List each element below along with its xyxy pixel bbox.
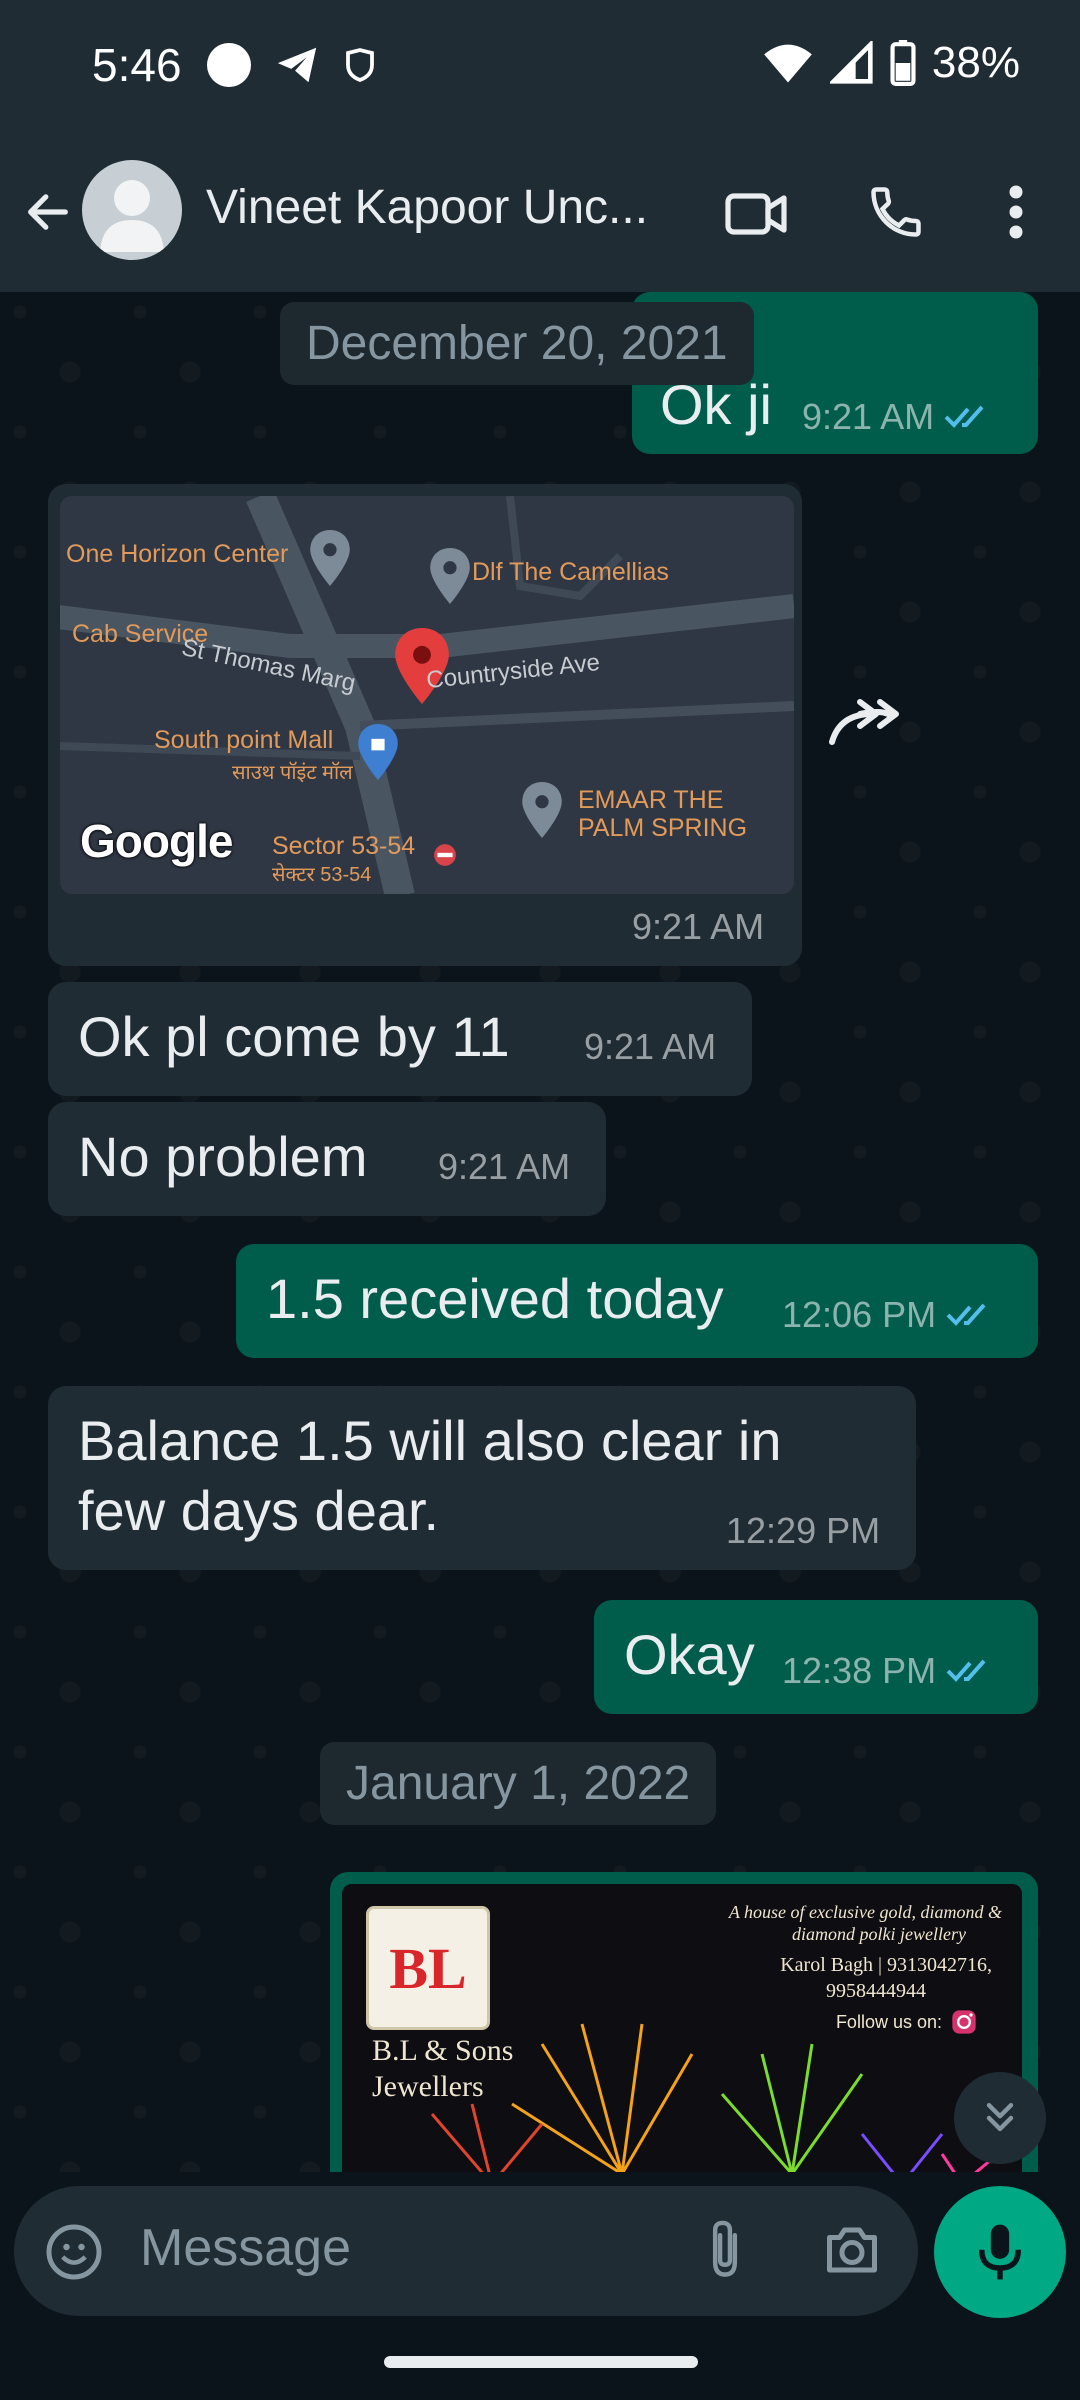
message-time: 12:06 PM <box>782 1294 937 1335</box>
place-pin-icon <box>522 782 562 838</box>
map-label: Dlf The Camellias <box>472 558 669 586</box>
brand-logo-text: BL <box>389 1935 467 2001</box>
shopping-pin-icon <box>358 724 398 780</box>
status-bar: 5:46 38% <box>0 0 1080 140</box>
metro-icon <box>434 844 456 866</box>
message-time: 9:21 AM <box>438 1146 571 1187</box>
message-bubble-outgoing[interactable]: 1.5 received today 12:06 PM <box>236 1244 1038 1358</box>
video-call-icon[interactable] <box>724 184 788 244</box>
image-preview[interactable]: BL B.L & Sons Jewellers A house of exclu… <box>342 1884 1022 2172</box>
message-time: 12:38 PM <box>782 1650 937 1691</box>
battery-percent: 38% <box>931 38 1020 87</box>
message-bubble-incoming[interactable]: Balance 1.5 will also clear in few days … <box>48 1386 916 1570</box>
back-arrow-icon[interactable] <box>22 186 74 238</box>
chat-header: Vineet Kapoor Unc... <box>0 140 1080 292</box>
chat-area[interactable]: Ok ji 9:21 AM December 20, 2021 One Hori… <box>0 292 1080 2172</box>
brand-name: B.L & Sons <box>372 2034 514 2067</box>
forward-icon <box>829 699 899 745</box>
telegram-icon <box>277 47 317 83</box>
message-bubble-outgoing[interactable]: Okay 12:38 PM <box>594 1600 1038 1714</box>
contact-avatar[interactable] <box>82 160 182 260</box>
map-label: South point Mall <box>154 726 334 754</box>
read-receipt-icon <box>946 1659 986 1682</box>
instagram-icon <box>952 2010 976 2034</box>
gesture-nav-bar[interactable] <box>384 2356 698 2368</box>
default-avatar-icon <box>100 180 164 252</box>
map-label: EMAAR THE <box>578 786 724 814</box>
message-text: 1.5 received today <box>266 1267 724 1330</box>
brand-name: Jewellers <box>372 2070 484 2103</box>
message-time: 9:21 AM <box>584 1026 717 1067</box>
message-bubble-incoming[interactable]: No problem 9:21 AM <box>48 1102 606 1216</box>
forward-button[interactable] <box>820 682 920 762</box>
phone-text: 9958444944 <box>826 1980 926 2002</box>
map-label: साउथ पॉइंट मॉल <box>232 762 353 784</box>
message-text-line: Balance 1.5 will also clear in <box>78 1409 782 1472</box>
shield-icon <box>346 48 374 83</box>
place-pin-icon <box>310 530 350 586</box>
phone-call-icon[interactable] <box>866 182 926 242</box>
map-label: Sector 53-54 <box>272 832 416 860</box>
emoji-icon[interactable] <box>44 2222 104 2282</box>
double-chevron-down-icon <box>986 2102 1014 2132</box>
address-text: Karol Bagh | 9313042716, <box>780 1954 992 1976</box>
date-divider: January 1, 2022 <box>320 1742 717 1825</box>
message-text: Ok pl come by 11 <box>78 1005 510 1068</box>
brand-logo: BL <box>366 1906 490 2030</box>
place-pin-icon <box>430 548 470 604</box>
read-receipt-icon <box>944 405 984 428</box>
google-logo: Google <box>80 815 233 867</box>
read-receipt-icon <box>946 1303 986 1326</box>
microphone-icon <box>978 2224 1022 2280</box>
camera-icon[interactable] <box>822 2222 882 2278</box>
status-time: 5:46 <box>92 39 182 91</box>
tagline: A house of exclusive gold, diamond & <box>728 1902 1002 1922</box>
image-message-outgoing[interactable]: BL B.L & Sons Jewellers A house of exclu… <box>330 1872 1038 2172</box>
map-label: सेक्टर 53-54 <box>272 864 372 886</box>
message-text: Okay <box>624 1623 755 1686</box>
message-text: No problem <box>78 1125 368 1188</box>
message-input-pill[interactable]: Message <box>14 2186 918 2316</box>
battery-icon <box>890 40 916 86</box>
message-bubble-incoming[interactable]: Ok pl come by 11 9:21 AM <box>48 982 752 1096</box>
tagline: diamond polki jewellery <box>792 1924 966 1944</box>
voice-record-button[interactable] <box>934 2186 1066 2318</box>
follow-text: Follow us on: <box>835 2012 942 2032</box>
message-time: 9:21 AM <box>632 906 765 947</box>
notification-dot-icon <box>207 43 251 87</box>
map-label: One Horizon Center <box>66 540 289 568</box>
wifi-icon <box>764 44 812 83</box>
message-time: 9:21 AM <box>802 396 935 437</box>
date-divider: December 20, 2021 <box>280 302 754 385</box>
map-preview[interactable]: One Horizon Center Dlf The Camellias Cab… <box>60 496 794 894</box>
more-options-icon[interactable] <box>1000 182 1032 242</box>
location-message[interactable]: One Horizon Center Dlf The Camellias Cab… <box>48 484 802 966</box>
message-time: 12:29 PM <box>726 1510 881 1551</box>
contact-name[interactable]: Vineet Kapoor Unc... <box>206 180 686 235</box>
map-label: PALM SPRING <box>578 814 748 842</box>
message-text-line: few days dear. <box>78 1479 440 1542</box>
message-input[interactable]: Message <box>140 2218 351 2278</box>
signal-icon <box>829 41 873 84</box>
scroll-to-bottom-button[interactable] <box>954 2072 1046 2164</box>
attach-icon[interactable] <box>704 2218 746 2282</box>
